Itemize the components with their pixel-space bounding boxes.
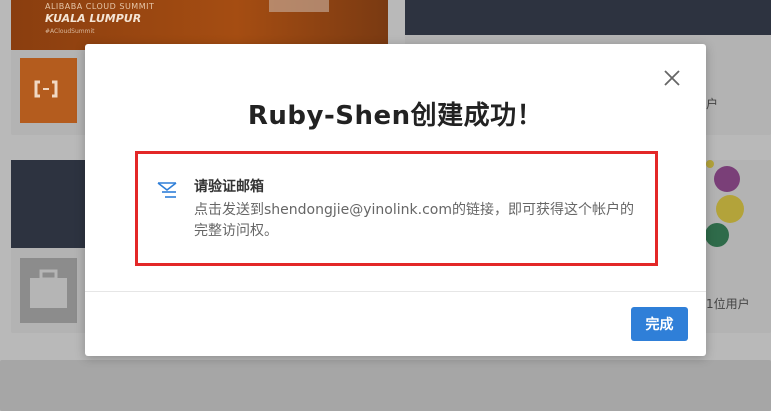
close-icon[interactable] [662,68,682,88]
right-card-text-bottom: 1位用户 [706,297,750,311]
summit-banner: ALIBABA CLOUD SUMMIT KUALA LUMPUR #AClou… [11,0,388,50]
briefcase-tile [20,258,77,323]
dialog-divider [85,291,706,292]
verify-email-notice: 请验证邮箱 点击发送到shendongjie@yinolink.com的链接，即… [135,151,658,266]
dialog-title: Ruby-Shen创建成功！ [247,101,544,131]
banner-graphic [269,0,329,12]
banner-line2: KUALA LUMPUR [45,12,142,25]
close-button[interactable] [662,68,682,88]
alibaba-cloud-logo-icon [34,80,58,98]
banner-line1: ALIBABA CLOUD SUMMIT [45,2,155,11]
footer-strip [0,360,771,411]
success-dialog: Ruby-Shen创建成功！ 请验证邮箱 点击发送到shendongjie@yi… [85,44,706,356]
done-button[interactable]: 完成 [631,307,688,341]
alibaba-cloud-logo-tile [20,58,77,123]
mail-send-icon [157,182,177,198]
briefcase-icon [30,269,67,308]
notice-heading: 请验证邮箱 [194,179,264,195]
notice-message: 点击发送到shendongjie@yinolink.com的链接，即可获得这个帐… [194,202,634,239]
right-card-text-top: 户 [706,97,719,111]
banner-line3: #ACloudSummit [45,28,95,35]
dark-header-top [405,0,771,35]
